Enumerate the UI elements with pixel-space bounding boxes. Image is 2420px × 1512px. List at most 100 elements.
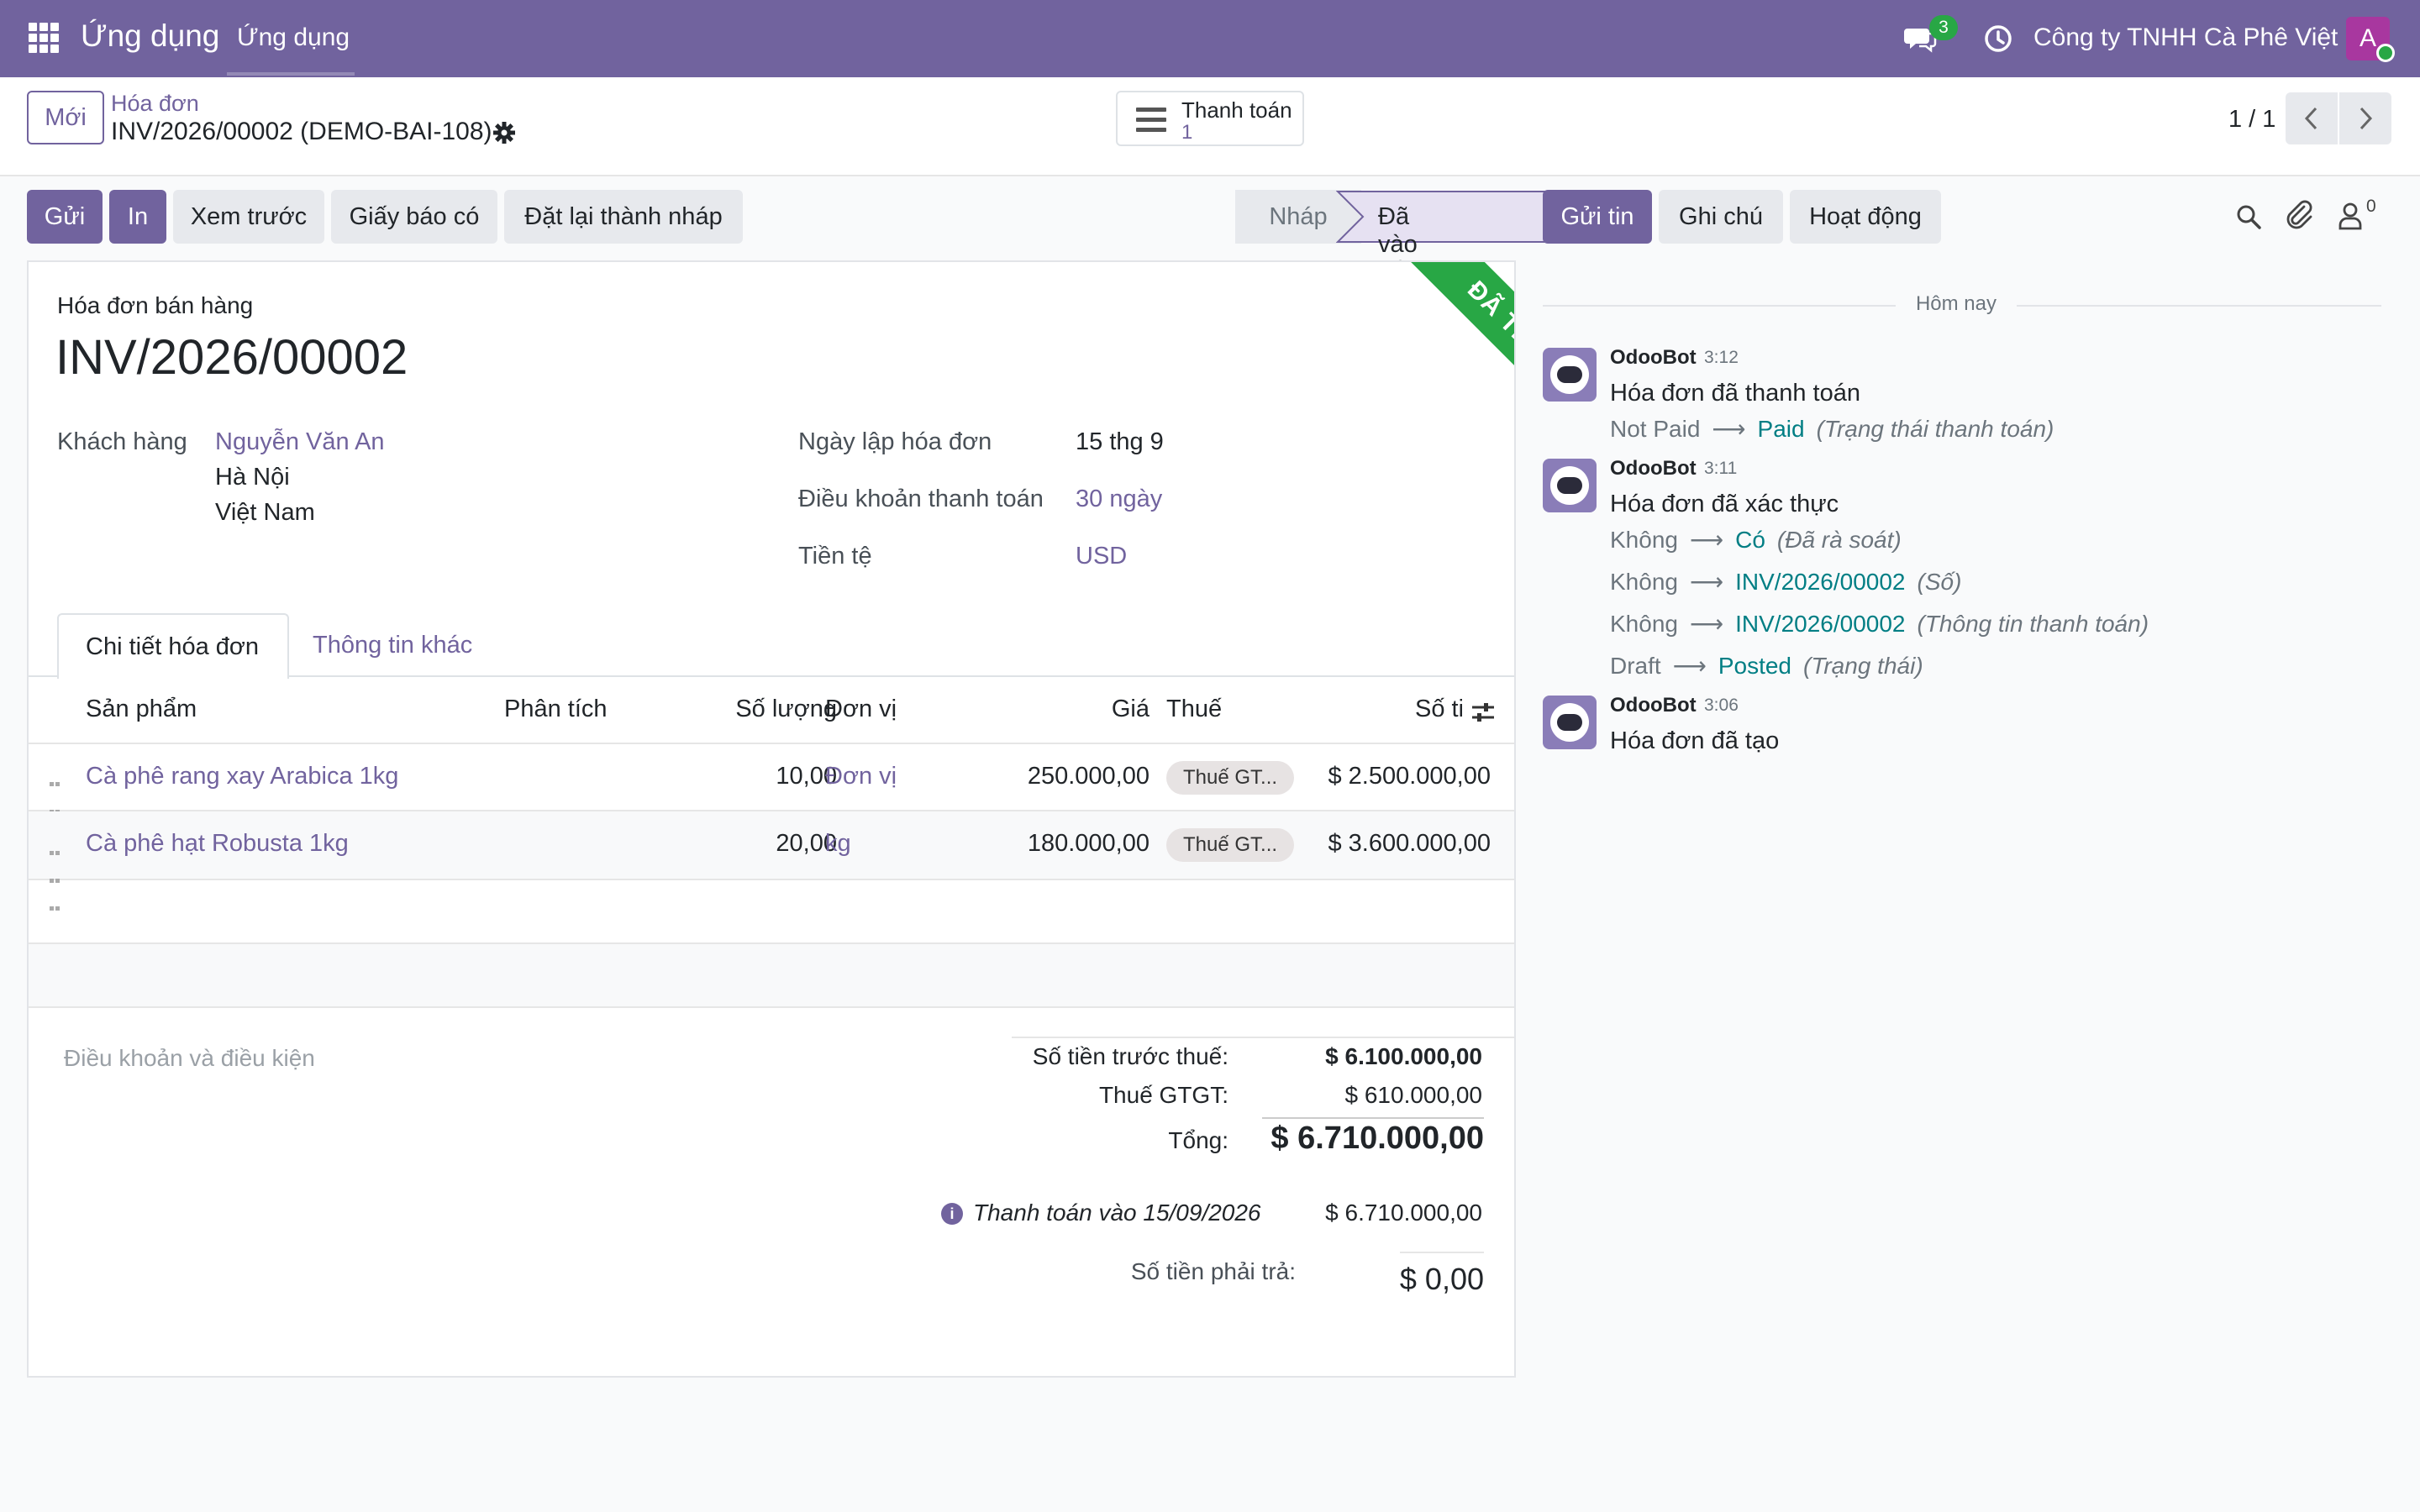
column-settings-icon[interactable] bbox=[1470, 701, 1496, 724]
date-separator-line bbox=[1543, 305, 1896, 307]
tracking-new-value: Có bbox=[1735, 527, 1765, 553]
chevron-left-icon bbox=[2304, 107, 2317, 130]
app-name[interactable]: Ứng dụng bbox=[81, 18, 219, 54]
tracking-line: Draft ⟶ Posted (Trạng thái) bbox=[1610, 652, 1923, 680]
empty-row bbox=[29, 880, 1514, 944]
tracking-new-value: Paid bbox=[1757, 416, 1805, 442]
currency-field[interactable]: USD bbox=[1076, 543, 1127, 570]
chevron-right-icon bbox=[2360, 107, 2373, 130]
message-author[interactable]: OdooBot bbox=[1610, 457, 1697, 480]
paid-ribbon: ĐÃ THANH TOÁN bbox=[1382, 262, 1514, 531]
breadcrumb-parent[interactable]: Hóa đơn bbox=[111, 91, 199, 117]
reset-to-draft-button[interactable]: Đặt lại thành nháp bbox=[504, 190, 743, 244]
new-button[interactable]: Mới bbox=[27, 91, 104, 144]
table-row[interactable]: Cà phê hạt Robusta 1kg 20,00 kg 180.000,… bbox=[29, 811, 1514, 911]
tab-other-info[interactable]: Thông tin khác bbox=[313, 632, 472, 659]
preview-button[interactable]: Xem trước bbox=[173, 190, 324, 244]
pager-next-button[interactable] bbox=[2339, 92, 2391, 144]
tracking-line: Not Paid ⟶ Paid (Trạng thái thanh toán) bbox=[1610, 415, 2054, 443]
company-switcher[interactable]: Công ty TNHH Cà Phê Việt bbox=[2033, 24, 2338, 52]
app-grid-icon[interactable] bbox=[29, 23, 59, 53]
arrow-right-icon: ⟶ bbox=[1689, 569, 1724, 595]
drag-handle-icon[interactable] bbox=[49, 835, 62, 911]
table-header: Sản phẩm Phân tích Số lượng Đơn vị Giá T… bbox=[29, 677, 1514, 744]
search-icon[interactable] bbox=[2235, 203, 2262, 230]
total-label: Tổng: bbox=[1168, 1127, 1228, 1153]
payments-count: 1 bbox=[1181, 121, 1193, 144]
nav-menu-apps[interactable]: Ứng dụng bbox=[237, 24, 350, 52]
odoobot-avatar[interactable] bbox=[1543, 459, 1597, 512]
tax-tag[interactable]: Thuế GT... bbox=[1166, 761, 1295, 795]
odoobot-avatar[interactable] bbox=[1543, 348, 1597, 402]
customer-city: Hà Nội bbox=[215, 464, 290, 491]
arrow-right-icon: ⟶ bbox=[1689, 611, 1724, 637]
line-quantity[interactable]: 20,00 bbox=[684, 830, 837, 858]
send-message-button[interactable]: Gửi tin bbox=[1543, 190, 1652, 244]
info-icon[interactable]: i bbox=[941, 1203, 963, 1225]
line-product[interactable]: Cà phê hạt Robusta 1kg bbox=[86, 830, 349, 858]
payment-line-label: Thanh toán vào 15/09/2026 bbox=[973, 1200, 1261, 1226]
total-divider bbox=[1262, 1117, 1484, 1119]
tracking-old-value: Not Paid bbox=[1610, 416, 1701, 442]
tracking-new-value: INV/2026/00002 bbox=[1735, 569, 1906, 595]
chat-count-badge: 3 bbox=[1929, 15, 1958, 40]
col-analytic[interactable]: Phân tích bbox=[504, 696, 608, 723]
col-quantity[interactable]: Số lượng bbox=[684, 696, 837, 723]
message-author[interactable]: OdooBot bbox=[1610, 694, 1697, 717]
message-author[interactable]: OdooBot bbox=[1610, 346, 1697, 370]
followers-icon[interactable] bbox=[2338, 202, 2363, 230]
message-time: 3:11 bbox=[1704, 459, 1738, 478]
line-product[interactable]: Cà phê rang xay Arabica 1kg bbox=[86, 763, 398, 790]
pager-value[interactable]: 1 / 1 bbox=[2228, 106, 2275, 134]
line-price[interactable]: 180.000,00 bbox=[953, 830, 1150, 858]
clock-icon[interactable] bbox=[1983, 24, 2013, 54]
col-subtotal[interactable]: Số ti bbox=[1415, 696, 1462, 723]
tracking-new-value: INV/2026/00002 bbox=[1735, 611, 1906, 637]
tracking-old-value: Không bbox=[1610, 611, 1678, 637]
pager-previous-button[interactable] bbox=[2286, 92, 2338, 144]
invoice-date-field[interactable]: 15 thg 9 bbox=[1076, 428, 1164, 456]
tracking-line: Không ⟶ INV/2026/00002 (Thông tin thanh toá… bbox=[1610, 610, 2149, 638]
tracking-old-value: Không bbox=[1610, 569, 1678, 595]
tracking-field: (Trạng thái thanh toán) bbox=[1816, 416, 2054, 442]
activity-button[interactable]: Hoạt động bbox=[1790, 190, 1941, 244]
payment-terms-field[interactable]: 30 ngày bbox=[1076, 486, 1162, 513]
table-row[interactable]: Cà phê rang xay Arabica 1kg 10,00 Đơn vị… bbox=[29, 744, 1514, 842]
col-tax[interactable]: Thuế bbox=[1166, 696, 1222, 723]
arrow-right-icon: ⟶ bbox=[1672, 653, 1707, 679]
line-uom[interactable]: kg bbox=[825, 830, 851, 858]
tracking-line: Không ⟶ Có (Đã rà soát) bbox=[1610, 526, 1902, 554]
payments-smart-button[interactable]: Thanh toán 1 bbox=[1116, 91, 1304, 146]
tab-invoice-lines[interactable]: Chi tiết hóa đơn bbox=[57, 613, 289, 679]
tax-tag[interactable]: Thuế GT... bbox=[1166, 828, 1295, 862]
paperclip-icon[interactable] bbox=[2286, 200, 2314, 230]
credit-note-button[interactable]: Giấy báo có bbox=[331, 190, 497, 244]
gear-icon[interactable] bbox=[492, 121, 516, 144]
online-status-dot bbox=[2376, 44, 2395, 62]
log-note-button[interactable]: Ghi chú bbox=[1659, 190, 1783, 244]
customer-name-link[interactable]: Nguyễn Văn An bbox=[215, 428, 385, 456]
top-navbar: Ứng dụng Ứng dụng 3 Công ty TNHH Cà Phê … bbox=[0, 0, 2420, 77]
line-quantity[interactable]: 10,00 bbox=[684, 763, 837, 790]
drag-handle-icon[interactable] bbox=[49, 766, 62, 842]
date-separator: Hôm nay bbox=[1915, 292, 1997, 315]
line-price[interactable]: 250.000,00 bbox=[953, 763, 1150, 790]
tracking-old-value: Không bbox=[1610, 527, 1678, 553]
tax-amount: $ 610.000,00 bbox=[1344, 1082, 1483, 1108]
col-product[interactable]: Sản phẩm bbox=[86, 696, 197, 723]
odoobot-avatar[interactable] bbox=[1543, 696, 1597, 749]
residual-divider bbox=[1400, 1252, 1484, 1253]
line-uom[interactable]: Đơn vị bbox=[825, 763, 897, 790]
customer-country: Việt Nam bbox=[215, 499, 315, 526]
terms-conditions-input[interactable]: Điều khoản và điều kiện bbox=[64, 1045, 315, 1072]
col-price[interactable]: Giá bbox=[1020, 696, 1150, 723]
send-button[interactable]: Gửi bbox=[27, 190, 103, 244]
menu-underline bbox=[227, 72, 355, 76]
payment-line-amount: $ 6.710.000,00 bbox=[1325, 1200, 1482, 1226]
print-button[interactable]: In bbox=[109, 190, 166, 244]
invoice-form-sheet: ĐÃ THANH TOÁN Hóa đơn bán hàng INV/2026/… bbox=[27, 260, 1516, 1378]
totals-divider bbox=[1012, 1037, 1514, 1038]
message-body: Hóa đơn đã tạo bbox=[1610, 727, 1780, 754]
tracking-field: (Trạng thái) bbox=[1803, 653, 1923, 679]
col-uom[interactable]: Đơn vị bbox=[825, 696, 897, 723]
